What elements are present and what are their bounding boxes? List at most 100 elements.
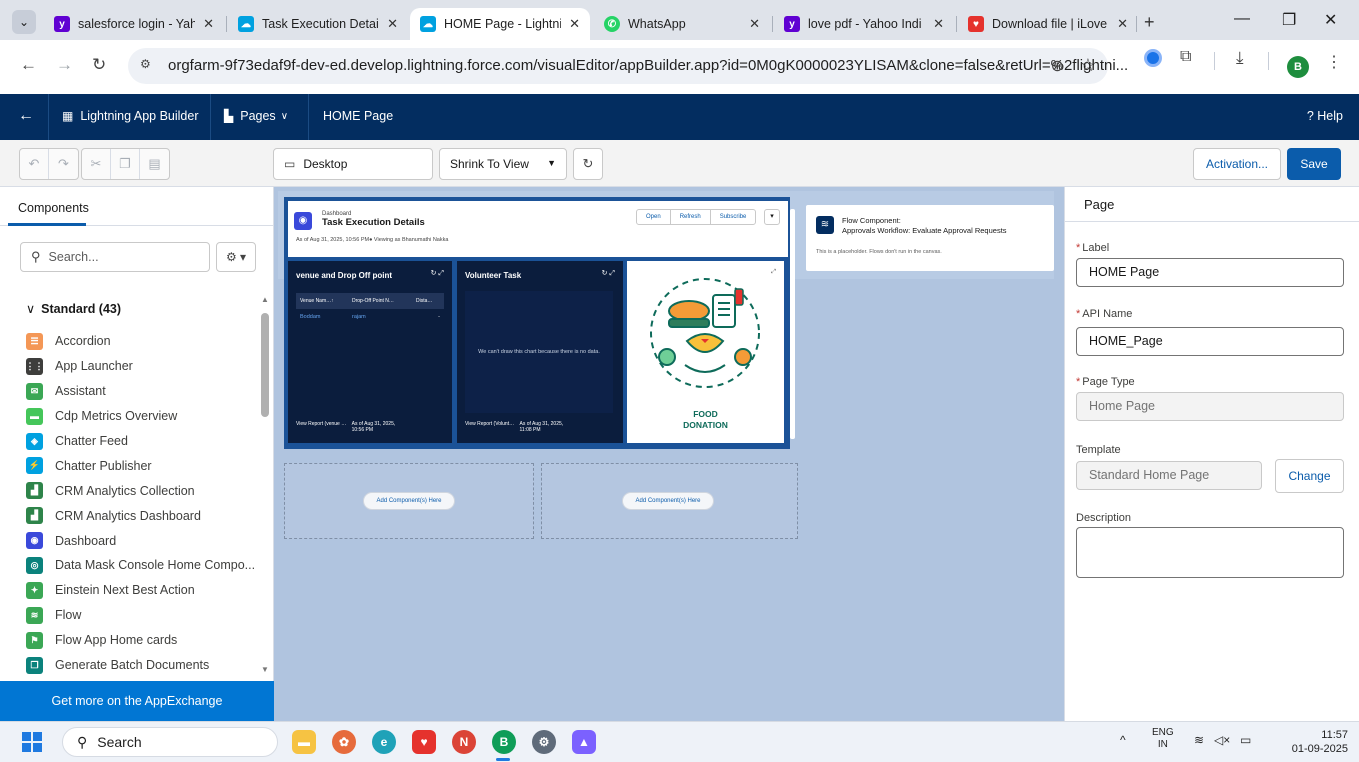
component-item[interactable]: ▬ Cdp Metrics Overview	[26, 404, 256, 429]
browser-tab[interactable]: ✆ WhatsApp ✕	[594, 8, 770, 40]
add-component-button[interactable]: Add Component(s) Here	[622, 492, 714, 510]
add-component-button[interactable]: Add Component(s) Here	[363, 492, 455, 510]
component-item[interactable]: ◎ Data Mask Console Home Compo...	[26, 553, 256, 578]
component-item[interactable]: ⚑ Flow App Home cards	[26, 628, 256, 653]
file-explorer-icon[interactable]: ▬	[292, 730, 316, 754]
component-item[interactable]: ✦ Einstein Next Best Action	[26, 578, 256, 603]
component-item[interactable]: ▟ CRM Analytics Dashboard	[26, 503, 256, 528]
api-name-input[interactable]: HOME_Page	[1076, 327, 1344, 356]
paste-button[interactable]: ▤	[140, 149, 169, 179]
download-icon[interactable]: ⤓	[1236, 48, 1244, 68]
site-settings-icon[interactable]: ⚙	[140, 57, 158, 75]
photos-icon[interactable]: ▲	[572, 730, 596, 754]
scroll-thumb[interactable]	[261, 313, 269, 417]
chrome-profile-b-icon[interactable]: B	[492, 730, 516, 754]
taskbar-clock[interactable]: 11:57 01-09-2025	[1278, 728, 1348, 756]
column-header[interactable]: Venue Nam…↑	[296, 293, 348, 309]
battery-icon[interactable]: ▭	[1240, 733, 1251, 747]
component-item[interactable]: ≋ Flow	[26, 603, 256, 628]
browser-tab-active[interactable]: ☁ HOME Page - Lightnin ✕	[410, 8, 590, 40]
description-textarea[interactable]	[1076, 527, 1344, 578]
component-settings-button[interactable]: ⚙ ▾	[216, 242, 256, 272]
column-header[interactable]: Drop-Off Point N…	[348, 293, 412, 309]
close-tab-icon[interactable]: ✕	[203, 16, 214, 32]
copy-button[interactable]: ❐	[111, 149, 140, 179]
close-tab-icon[interactable]: ✕	[1117, 16, 1128, 32]
zoom-icon[interactable]: ⊕	[1051, 56, 1064, 76]
table-cell[interactable]: Boddam	[296, 309, 348, 325]
taskbar-search[interactable]: ⚲ Search	[62, 727, 278, 757]
label-input[interactable]: HOME Page	[1076, 258, 1344, 287]
close-tab-icon[interactable]: ✕	[569, 16, 580, 32]
component-item[interactable]: ✉ Assistant	[26, 379, 256, 404]
undo-button[interactable]: ↶	[20, 149, 49, 179]
scroll-up-icon[interactable]: ▲	[261, 295, 269, 304]
appexchange-link[interactable]: Get more on the AppExchange	[0, 681, 274, 721]
close-tab-icon[interactable]: ✕	[749, 16, 760, 32]
component-item[interactable]: ◈ Chatter Feed	[26, 429, 256, 454]
ilovepdf-app-icon[interactable]: ♥	[412, 730, 436, 754]
bookmark-star-icon[interactable]: ☆	[1080, 55, 1096, 76]
url-bar[interactable]: ⚙ orgfarm-9f73edaf9f-dev-ed.develop.ligh…	[128, 48, 1128, 84]
dashboard-component[interactable]: ◉ Dashboard Task Execution Details As of…	[284, 197, 790, 449]
standard-section-toggle[interactable]: ∨ Standard (43)	[26, 301, 121, 316]
component-item[interactable]: ❐ Generate Batch Documents	[26, 653, 256, 678]
close-window-icon[interactable]: ✕	[1324, 10, 1337, 30]
refresh-button[interactable]: Refresh	[671, 210, 711, 224]
close-tab-icon[interactable]: ✕	[933, 16, 944, 32]
subscribe-button[interactable]: Subscribe	[711, 210, 756, 224]
chrome-profile-n-icon[interactable]: N	[452, 730, 476, 754]
help-link[interactable]: ? Help	[1307, 109, 1343, 123]
drop-zone-right[interactable]: Add Component(s) Here	[541, 463, 798, 539]
new-tab-button[interactable]: +	[1144, 12, 1155, 33]
extension-icon[interactable]	[1144, 49, 1162, 67]
browser-tab[interactable]: ♥ Download file | iLove ✕	[958, 8, 1138, 40]
tab-search-button[interactable]: ⌄	[12, 10, 36, 34]
save-button[interactable]: Save	[1287, 148, 1341, 180]
component-item[interactable]: ⋮⋮ App Launcher	[26, 354, 256, 379]
back-arrow-icon[interactable]: ←	[20, 55, 37, 75]
flow-component[interactable]: ≋ Flow Component: Approvals Workflow: Ev…	[806, 205, 1054, 271]
redo-button[interactable]: ↷	[49, 149, 78, 179]
component-item[interactable]: ⚡ Chatter Publisher	[26, 453, 256, 478]
components-tab[interactable]: Components	[18, 201, 89, 215]
reload-icon[interactable]: ↻	[92, 55, 106, 75]
zoom-select[interactable]: Shrink To View ▼	[439, 148, 567, 180]
edge-icon[interactable]: e	[372, 730, 396, 754]
refresh-expand-icons[interactable]: ↻ ⤢	[431, 269, 444, 278]
browser-tab[interactable]: ☁ Task Execution Detail ✕	[228, 8, 408, 40]
refresh-canvas-button[interactable]: ↻	[573, 148, 603, 180]
profile-avatar[interactable]: B	[1287, 56, 1309, 78]
canvas-scroll-thumb[interactable]	[790, 209, 795, 439]
open-button[interactable]: Open	[637, 210, 671, 224]
device-selector[interactable]: ▭ Desktop	[273, 148, 433, 180]
canvas-scrollbar[interactable]	[790, 197, 796, 447]
view-report-link[interactable]: View Report (venue …	[296, 421, 346, 427]
activation-button[interactable]: Activation...	[1193, 148, 1281, 180]
column-header[interactable]: Dista…	[412, 293, 444, 309]
component-item[interactable]: ▟ CRM Analytics Collection	[26, 478, 256, 503]
back-icon[interactable]: ←	[18, 107, 34, 125]
component-item[interactable]: ☰ Accordion	[26, 329, 256, 354]
table-cell[interactable]: rajam	[348, 309, 412, 325]
settings-icon[interactable]: ⚙	[532, 730, 556, 754]
change-template-button[interactable]: Change	[1275, 459, 1344, 493]
pages-menu[interactable]: ▙ Pages ∨	[224, 109, 288, 123]
url-text[interactable]: orgfarm-9f73edaf9f-dev-ed.develop.lightn…	[168, 57, 1128, 74]
language-indicator[interactable]: ENG IN	[1152, 727, 1174, 751]
component-item[interactable]: ◉ Dashboard	[26, 528, 256, 553]
cut-button[interactable]: ✂	[82, 149, 111, 179]
volume-muted-icon[interactable]: ◁×	[1214, 733, 1230, 747]
component-search-input[interactable]: ⚲ Search...	[20, 242, 210, 272]
browser-tab[interactable]: y love pdf - Yahoo Indi ✕	[774, 8, 954, 40]
copilot-icon[interactable]: ✿	[332, 730, 356, 754]
close-tab-icon[interactable]: ✕	[387, 16, 398, 32]
scroll-down-icon[interactable]: ▼	[261, 665, 269, 674]
refresh-expand-icons[interactable]: ↻ ⤢	[602, 269, 615, 278]
dashboard-more-button[interactable]: ▾	[764, 209, 780, 225]
browser-tab[interactable]: y salesforce login - Yah ✕	[44, 8, 224, 40]
wifi-icon[interactable]: ≋	[1194, 733, 1204, 747]
show-hidden-icons[interactable]: ^	[1120, 733, 1126, 747]
drop-zone-left[interactable]: Add Component(s) Here	[284, 463, 534, 539]
restore-icon[interactable]: ❐	[1282, 10, 1296, 30]
